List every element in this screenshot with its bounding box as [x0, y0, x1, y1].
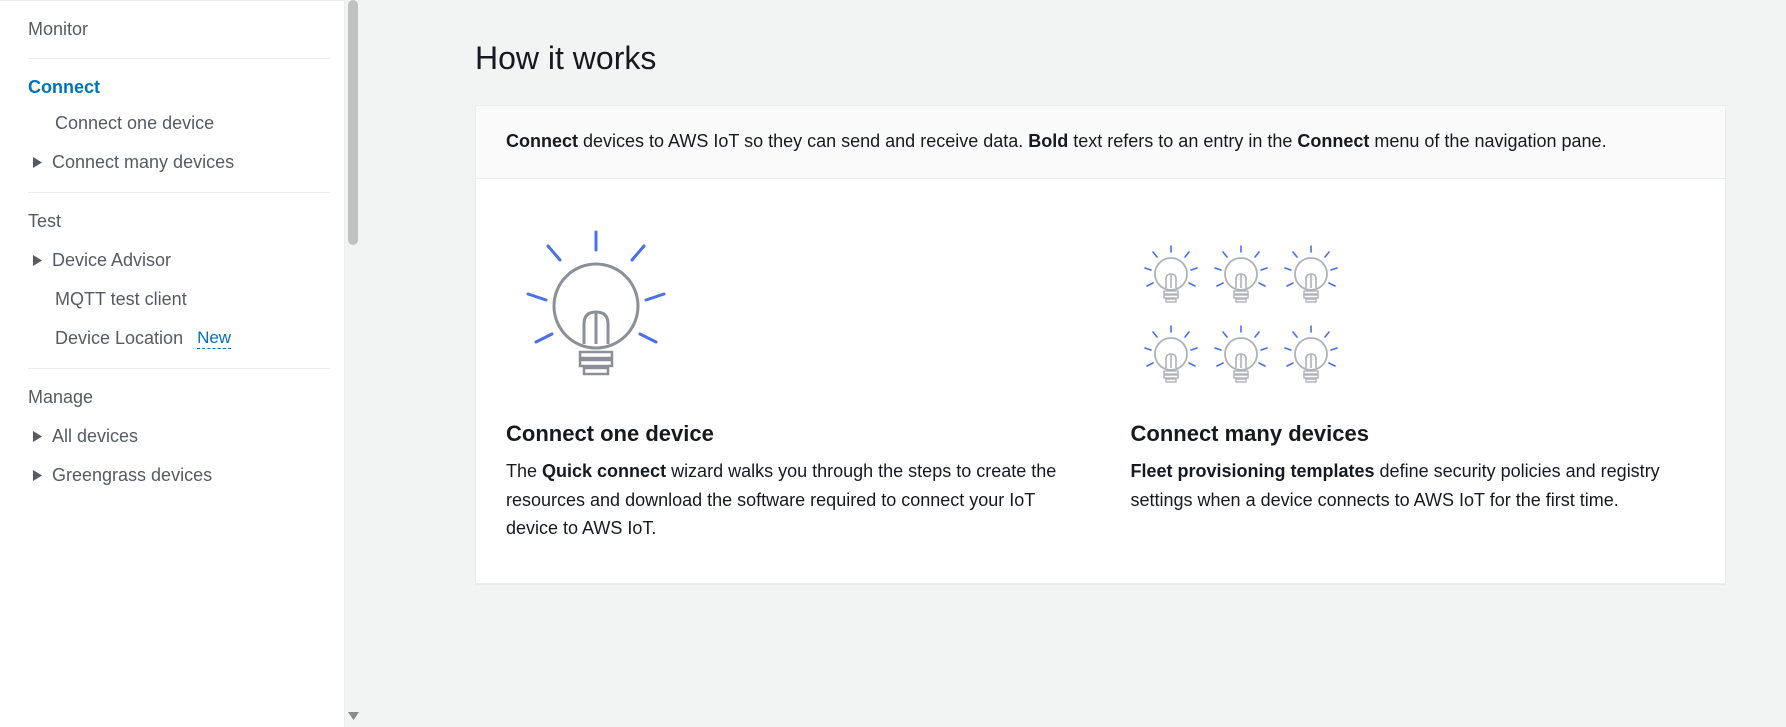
sidebar-header-connect[interactable]: Connect — [0, 59, 345, 104]
sidebar-item-label: All devices — [52, 426, 138, 447]
sidebar: Monitor Connect Connect one device Conne… — [0, 0, 345, 727]
scrollbar[interactable] — [345, 0, 361, 727]
card-description: The Quick connect wizard walks you throu… — [506, 457, 1071, 543]
how-it-works-panel: Connect devices to AWS IoT so they can s… — [475, 105, 1726, 584]
sidebar-item-label: Device Location — [55, 328, 183, 349]
sidebar-item-label: Connect one device — [55, 113, 214, 134]
sidebar-item-connect-one[interactable]: Connect one device — [0, 104, 345, 143]
lightbulb-icon — [506, 219, 1071, 409]
sidebar-item-label: Device Advisor — [52, 250, 171, 271]
sidebar-header-test: Test — [0, 193, 345, 250]
caret-right-icon — [30, 255, 44, 266]
new-badge: New — [197, 328, 231, 349]
sidebar-item-all-devices[interactable]: All devices — [0, 426, 345, 456]
sidebar-item-label: Greengrass devices — [52, 465, 212, 486]
intro-bold-word: Bold — [1028, 131, 1068, 151]
card-description: Fleet provisioning templates define secu… — [1131, 457, 1696, 515]
card-title: Connect many devices — [1131, 421, 1696, 447]
sidebar-item-device-advisor[interactable]: Device Advisor — [0, 250, 345, 280]
sidebar-header-manage: Manage — [0, 369, 345, 426]
caret-right-icon — [30, 157, 44, 168]
sidebar-item-label: Connect many devices — [52, 152, 234, 173]
sidebar-item-connect-many[interactable]: Connect many devices — [0, 143, 345, 182]
intro-bold-connect: Connect — [506, 131, 578, 151]
intro-text: devices to AWS IoT so they can send and … — [578, 131, 1028, 151]
sidebar-header-monitor[interactable]: Monitor — [0, 1, 345, 58]
scrollbar-thumb[interactable] — [348, 0, 358, 245]
intro-text: menu of the navigation pane. — [1369, 131, 1606, 151]
caret-right-icon — [30, 470, 44, 481]
lightbulb-grid-icon — [1131, 219, 1696, 409]
panel-intro: Connect devices to AWS IoT so they can s… — [476, 106, 1725, 179]
scroll-down-icon[interactable] — [345, 711, 361, 723]
sidebar-item-mqtt[interactable]: MQTT test client — [0, 280, 345, 319]
intro-bold-connect2: Connect — [1297, 131, 1369, 151]
sidebar-item-label: MQTT test client — [55, 289, 187, 310]
intro-text: text refers to an entry in the — [1068, 131, 1297, 151]
card-title: Connect one device — [506, 421, 1071, 447]
card-connect-many[interactable]: Connect many devices Fleet provisioning … — [1131, 219, 1696, 543]
sidebar-item-device-location[interactable]: Device Location New — [0, 319, 345, 358]
card-connect-one[interactable]: Connect one device The Quick connect wiz… — [506, 219, 1071, 543]
page-title: How it works — [475, 40, 1726, 77]
caret-right-icon — [30, 431, 44, 442]
main-area: How it works Connect devices to AWS IoT … — [345, 0, 1786, 727]
sidebar-item-greengrass[interactable]: Greengrass devices — [0, 456, 345, 495]
